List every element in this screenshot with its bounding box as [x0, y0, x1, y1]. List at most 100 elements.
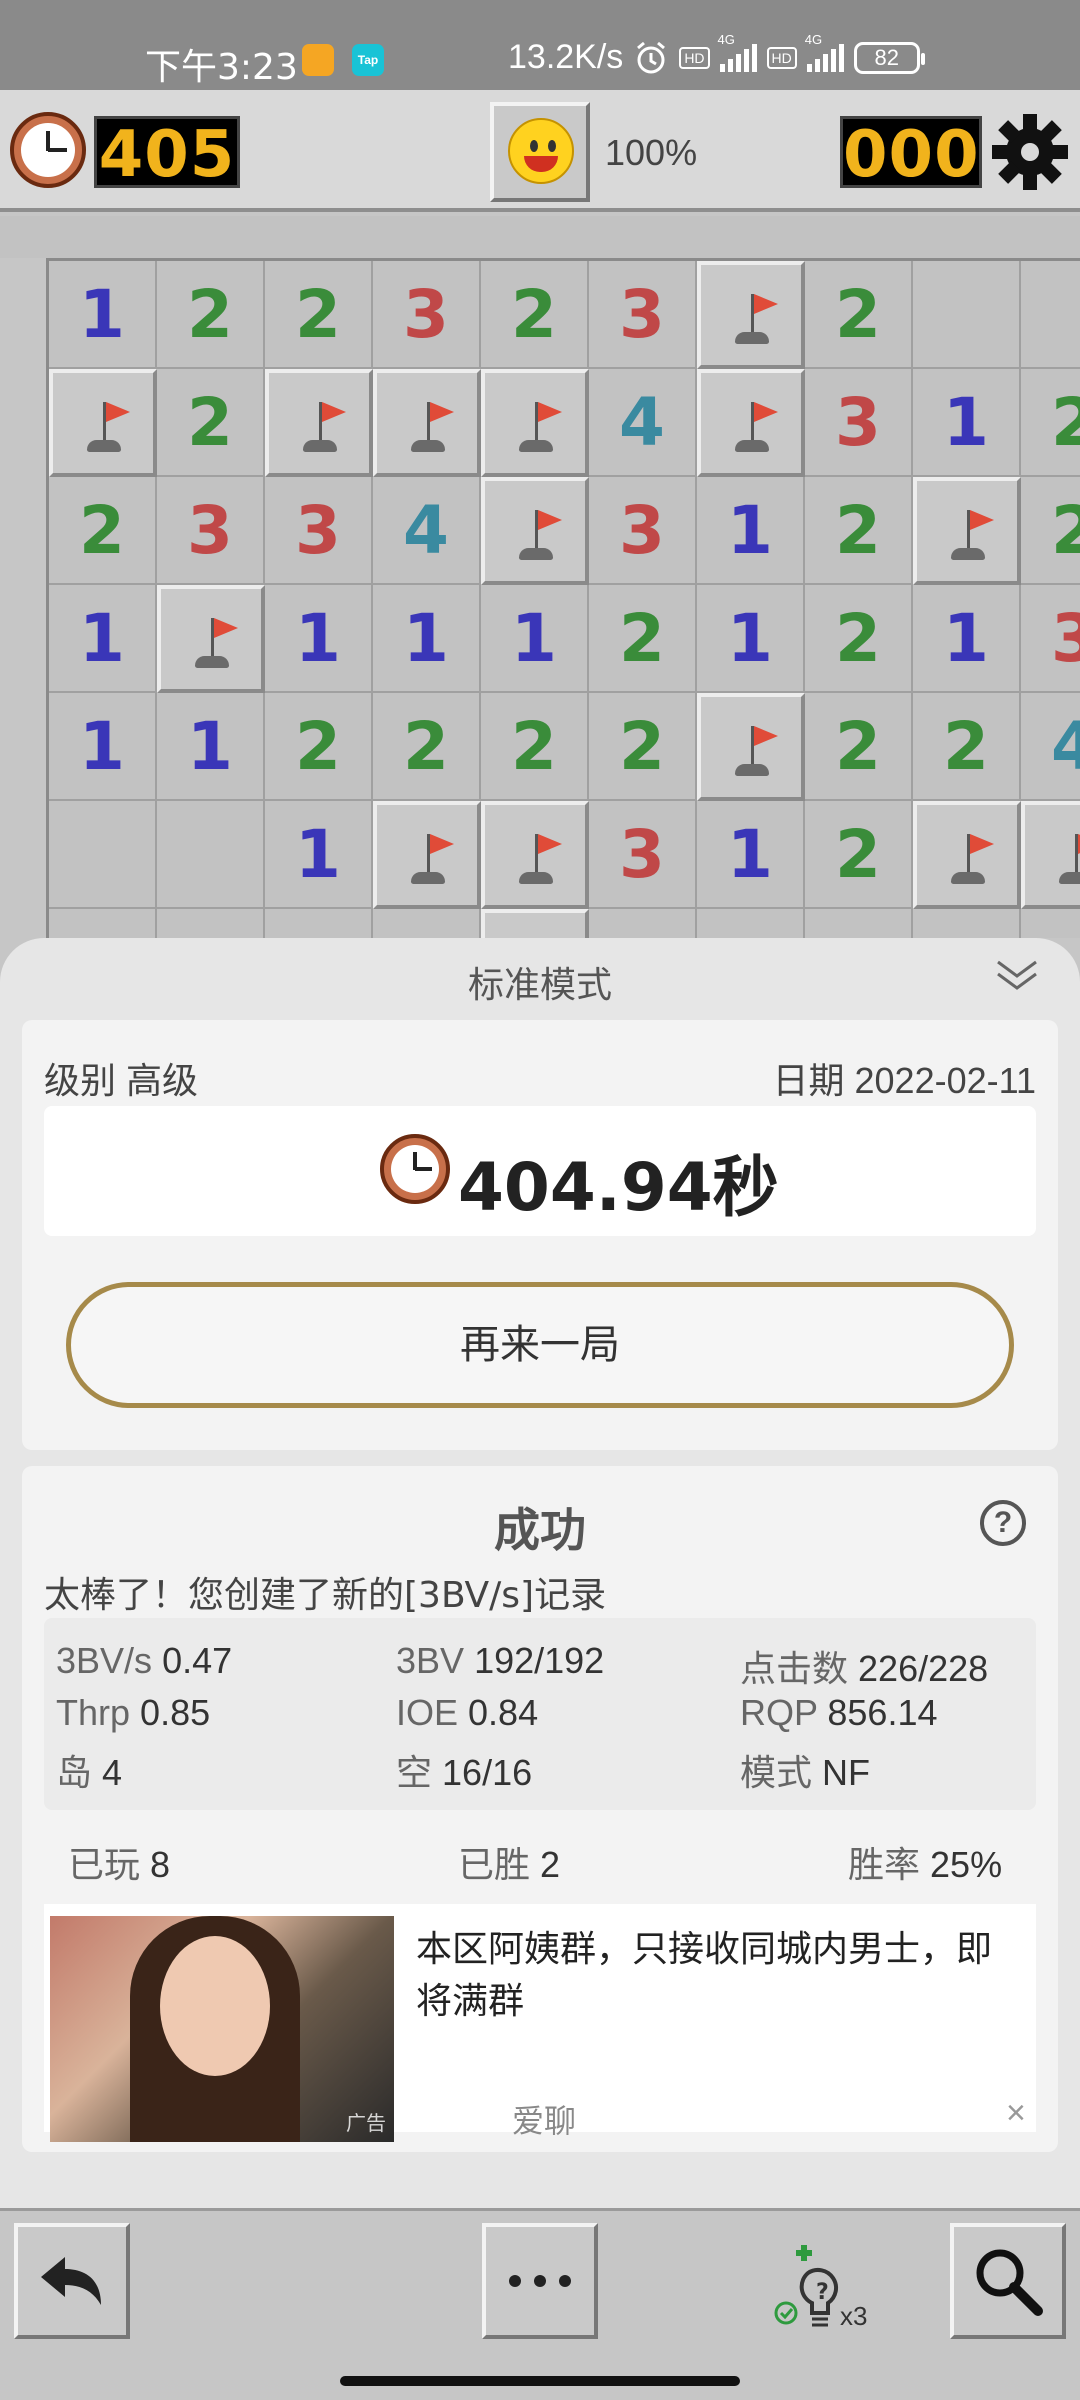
flag-cell[interactable]: [1021, 801, 1080, 909]
number-cell[interactable]: 4: [373, 477, 481, 585]
flag-cell[interactable]: [481, 477, 589, 585]
number-cell[interactable]: 1: [157, 693, 265, 801]
empty-cell[interactable]: [373, 909, 481, 938]
more-options-button[interactable]: [482, 2223, 598, 2339]
number-cell[interactable]: 2: [481, 261, 589, 369]
hint-button[interactable]: ? x3: [772, 2233, 892, 2333]
empty-cell[interactable]: [49, 909, 157, 938]
flag-cell[interactable]: [373, 801, 481, 909]
flag-cell[interactable]: [913, 801, 1021, 909]
number-cell[interactable]: 2: [805, 585, 913, 693]
number-cell[interactable]: 2: [49, 477, 157, 585]
number-cell[interactable]: 3: [589, 261, 697, 369]
number-cell[interactable]: 2: [1021, 477, 1080, 585]
ad-image[interactable]: 广告: [50, 1916, 394, 2142]
flag-icon: [289, 390, 349, 456]
number-cell[interactable]: 1: [373, 585, 481, 693]
flag-cell[interactable]: [157, 585, 265, 693]
number-cell[interactable]: 2: [265, 261, 373, 369]
number-cell[interactable]: 2: [481, 693, 589, 801]
number-cell[interactable]: 1: [481, 585, 589, 693]
flag-cell[interactable]: [697, 693, 805, 801]
flag-icon: [505, 390, 565, 456]
number-cell[interactable]: 3: [589, 477, 697, 585]
number-cell[interactable]: 2: [805, 693, 913, 801]
empty-cell[interactable]: [1021, 909, 1080, 938]
flag-cell[interactable]: [697, 369, 805, 477]
smiley-face-icon: [508, 118, 574, 184]
flag-icon: [937, 822, 997, 888]
collapse-chevron-icon[interactable]: [992, 956, 1042, 996]
number-cell[interactable]: 3: [373, 261, 481, 369]
stat-openings: 空 16/16: [396, 1752, 533, 1793]
number-cell[interactable]: 2: [805, 477, 913, 585]
zoom-search-button[interactable]: [950, 2223, 1066, 2339]
flag-cell[interactable]: [481, 801, 589, 909]
empty-cell[interactable]: [157, 801, 265, 909]
number-cell[interactable]: 1: [265, 801, 373, 909]
flag-cell[interactable]: [265, 369, 373, 477]
play-again-button[interactable]: 再来一局: [66, 1282, 1014, 1408]
number-cell[interactable]: 1: [913, 585, 1021, 693]
number-cell[interactable]: 1: [49, 693, 157, 801]
flag-cell[interactable]: [373, 369, 481, 477]
number-cell[interactable]: 1: [265, 585, 373, 693]
number-cell[interactable]: 3: [157, 477, 265, 585]
flag-cell[interactable]: [913, 477, 1021, 585]
flag-cell[interactable]: [49, 369, 157, 477]
number-cell[interactable]: 2: [157, 261, 265, 369]
empty-cell[interactable]: [265, 909, 373, 938]
empty-cell[interactable]: [913, 909, 1021, 938]
minefield-board[interactable]: 1223232243122334312211112121311222222413…: [46, 258, 1080, 938]
number-cell[interactable]: 2: [1021, 369, 1080, 477]
hint-count: x3: [840, 2301, 868, 2331]
number-cell[interactable]: 3: [1021, 585, 1080, 693]
empty-cell[interactable]: [1021, 261, 1080, 369]
number-cell[interactable]: 3: [805, 369, 913, 477]
stats-grid: 3BV/s 0.47 3BV 192/192 点击数 226/228 Thrp …: [44, 1618, 1036, 1810]
stat-3bv: 3BV 192/192: [396, 1640, 605, 1681]
flag-cell[interactable]: [481, 369, 589, 477]
number-cell[interactable]: 1: [913, 369, 1021, 477]
number-cell[interactable]: 1: [49, 261, 157, 369]
number-cell[interactable]: 2: [589, 693, 697, 801]
number-cell[interactable]: 2: [589, 585, 697, 693]
stats-card: 成功 ? 太棒了！您创建了新的[3BV/s]记录 3BV/s 0.47 3BV …: [22, 1466, 1058, 2152]
progress-percent: 100%: [605, 132, 698, 173]
taptap-app-icon: Tap: [352, 44, 384, 76]
number-cell[interactable]: 4: [1021, 693, 1080, 801]
flag-cell[interactable]: [481, 909, 589, 938]
home-indicator[interactable]: [340, 2376, 740, 2386]
empty-cell[interactable]: [697, 909, 805, 938]
settings-gear-icon[interactable]: [990, 112, 1070, 192]
number-cell[interactable]: 4: [589, 369, 697, 477]
number-cell[interactable]: 2: [373, 693, 481, 801]
summary-card: 级别 高级 日期 2022-02-11 404.94秒 再来一局: [22, 1020, 1058, 1450]
number-cell[interactable]: 1: [49, 585, 157, 693]
restart-smiley-button[interactable]: [490, 102, 590, 202]
ad-text[interactable]: 本区阿姨群，只接收同城内男士，即将满群: [416, 1924, 1016, 2028]
empty-cell[interactable]: [913, 261, 1021, 369]
number-cell[interactable]: 3: [589, 801, 697, 909]
number-cell[interactable]: 2: [805, 801, 913, 909]
number-cell[interactable]: 1: [697, 801, 805, 909]
number-cell[interactable]: 2: [265, 693, 373, 801]
magnifier-icon: [976, 2249, 1043, 2316]
empty-cell[interactable]: [589, 909, 697, 938]
undo-button[interactable]: [14, 2223, 130, 2339]
help-icon[interactable]: ?: [980, 1500, 1026, 1546]
empty-cell[interactable]: [805, 909, 913, 938]
number-cell[interactable]: 1: [697, 477, 805, 585]
number-cell[interactable]: 2: [157, 369, 265, 477]
flag-icon: [721, 390, 781, 456]
number-cell[interactable]: 1: [697, 585, 805, 693]
number-cell[interactable]: 2: [913, 693, 1021, 801]
ad-close-icon[interactable]: ×: [1006, 2094, 1026, 2133]
empty-cell[interactable]: [49, 801, 157, 909]
ad-banner[interactable]: 广告 本区阿姨群，只接收同城内男士，即将满群 爱聊 ×: [44, 1904, 1036, 2142]
number-cell[interactable]: 3: [265, 477, 373, 585]
flag-cell[interactable]: [697, 261, 805, 369]
number-cell[interactable]: 2: [805, 261, 913, 369]
empty-cell[interactable]: [157, 909, 265, 938]
flag-icon: [181, 606, 241, 672]
